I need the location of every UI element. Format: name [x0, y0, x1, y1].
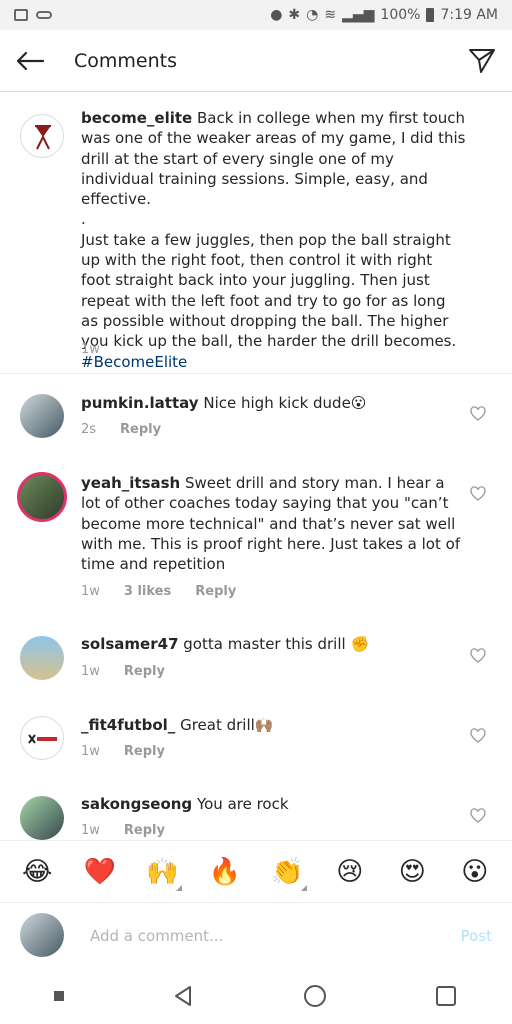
- comment-meta: 2s Reply: [81, 422, 161, 437]
- gallery-notification-icon: [14, 9, 28, 21]
- voicemail-icon: [36, 11, 52, 19]
- status-bar: ● ✱ ◔ ≋ ▂▄▆ 100% 7:19 AM: [0, 0, 512, 30]
- comment-time: 2s: [81, 422, 97, 437]
- signal-icon: ▂▄▆: [342, 7, 375, 23]
- comment-text: sakongseong You are rock: [81, 795, 289, 813]
- like-heart-icon[interactable]: [470, 728, 486, 744]
- reply-button[interactable]: Reply: [195, 584, 236, 599]
- direct-share-button[interactable]: [452, 30, 512, 92]
- comment-text: yeah_itsash Sweet drill and story man. I…: [81, 474, 461, 574]
- comment-username[interactable]: sakongseong: [81, 795, 192, 813]
- comment-meta: 1w Reply: [81, 744, 165, 759]
- comment-text: _fit4futbol_ Great drill🙌🏽: [81, 716, 274, 734]
- caption-time: 1w: [81, 342, 100, 357]
- comment-text: solsamer47 gotta master this drill ✊: [81, 635, 370, 653]
- caption-dot: .: [81, 210, 86, 229]
- heart-eyes-emoji-button[interactable]: 😍: [392, 857, 432, 887]
- comment-text: pumkin.lattay Nice high kick dude😮: [81, 394, 367, 412]
- caption-text: become_elite Back in college when my fir…: [81, 109, 466, 371]
- battery-icon: [426, 8, 435, 22]
- nav-overview-icon[interactable]: [434, 984, 458, 1008]
- comment-item: pumkin.lattay Nice high kick dude😮 2s Re…: [0, 374, 512, 456]
- avatar[interactable]: [20, 394, 64, 438]
- fire-emoji-button[interactable]: 🔥: [205, 857, 245, 887]
- reply-button[interactable]: Reply: [124, 664, 165, 679]
- reply-button[interactable]: Reply: [124, 823, 165, 838]
- alarm-icon: ◔: [306, 7, 319, 23]
- location-icon: ●: [270, 7, 283, 23]
- heart-emoji-button[interactable]: ❤️: [80, 857, 120, 887]
- raised-hands-emoji-button[interactable]: 🙌: [142, 857, 183, 891]
- skin-tone-indicator-icon: [301, 884, 308, 891]
- comment-item: _fit4futbol_ Great drill🙌🏽 1w Reply: [0, 698, 512, 778]
- laughing-emoji-button[interactable]: 😂: [17, 857, 57, 887]
- comment-time: 1w: [81, 744, 100, 759]
- comment-meta: 1w Reply: [81, 823, 165, 838]
- wifi-icon: ≋: [324, 7, 337, 23]
- caption-meta: 1w: [81, 342, 100, 357]
- post-button[interactable]: Post: [461, 927, 492, 945]
- comment-time: 1w: [81, 823, 100, 838]
- comment-username[interactable]: _fit4futbol_: [81, 716, 175, 734]
- caption-username[interactable]: become_elite: [81, 109, 192, 127]
- comment-username[interactable]: pumkin.lattay: [81, 394, 199, 412]
- bluetooth-icon: ✱: [288, 7, 301, 23]
- like-heart-icon[interactable]: [470, 406, 486, 422]
- like-heart-icon[interactable]: [470, 648, 486, 664]
- comment-meta: 1w Reply: [81, 664, 165, 679]
- nav-back-icon[interactable]: [171, 984, 195, 1008]
- become-elite-logo-icon: [35, 125, 51, 150]
- clapping-emoji-button[interactable]: 👏: [267, 857, 308, 891]
- recent-dot-icon[interactable]: [53, 991, 64, 1001]
- comment-time: 1w: [81, 584, 100, 599]
- reply-button[interactable]: Reply: [120, 422, 161, 437]
- comment-item: sakongseong You are rock 1w Reply: [0, 778, 512, 840]
- comment-item: solsamer47 gotta master this drill ✊ 1w …: [0, 616, 512, 698]
- paper-plane-icon: [469, 48, 495, 73]
- like-heart-icon[interactable]: [470, 808, 486, 824]
- back-button[interactable]: [0, 30, 60, 92]
- emoji-quick-bar: 😂 ❤️ 🙌 🔥 👏 😢 😍 😮: [0, 840, 512, 902]
- comment-username[interactable]: solsamer47: [81, 635, 179, 653]
- avatar-with-story-ring[interactable]: [17, 472, 67, 522]
- current-user-avatar: [20, 913, 64, 957]
- reply-button[interactable]: Reply: [124, 744, 165, 759]
- nav-home-icon[interactable]: [303, 984, 327, 1008]
- back-arrow-icon: [16, 51, 45, 70]
- comment-username[interactable]: yeah_itsash: [81, 474, 180, 492]
- skin-tone-indicator-icon: [176, 884, 183, 891]
- fit4futbol-logo-icon: [28, 734, 57, 744]
- clock: 7:19 AM: [440, 7, 498, 23]
- likes-count[interactable]: 3 likes: [124, 584, 171, 599]
- comment-item: yeah_itsash Sweet drill and story man. I…: [0, 456, 512, 616]
- avatar[interactable]: [20, 636, 64, 680]
- post-caption: become_elite Back in college when my fir…: [0, 92, 512, 374]
- avatar[interactable]: [20, 716, 64, 760]
- crying-emoji-button[interactable]: 😢: [330, 857, 370, 887]
- comment-input[interactable]: Add a comment...: [90, 927, 223, 945]
- comment-time: 1w: [81, 664, 100, 679]
- surprised-emoji-button[interactable]: 😮: [455, 857, 495, 887]
- app-header: Comments: [0, 30, 512, 92]
- page-title: Comments: [74, 49, 177, 72]
- avatar[interactable]: [20, 114, 64, 158]
- battery-level: 100%: [380, 7, 421, 23]
- system-navigation-bar: [0, 968, 512, 1024]
- like-heart-icon[interactable]: [470, 486, 486, 502]
- comment-meta: 1w 3 likes Reply: [81, 584, 236, 599]
- comment-input-bar: Add a comment... Post: [0, 902, 512, 968]
- avatar[interactable]: [20, 796, 64, 840]
